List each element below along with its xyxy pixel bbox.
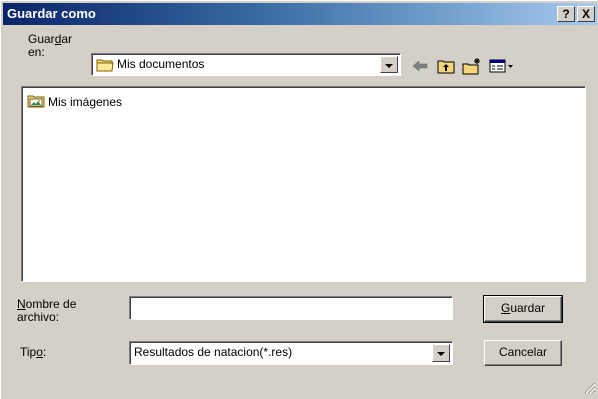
help-button[interactable]: ? [557, 6, 575, 22]
save-in-combobox[interactable]: Mis documentos [91, 53, 401, 76]
title-bar[interactable]: Guardar como ? X [3, 3, 597, 25]
save-in-value: Mis documentos [117, 57, 205, 71]
resize-grip-icon[interactable] [584, 382, 596, 397]
filetype-combobox[interactable]: Resultados de natacion(*.res) [129, 341, 453, 365]
save-button[interactable]: Guardar [483, 295, 563, 323]
folder-icon [96, 57, 114, 75]
close-button[interactable]: X [577, 6, 595, 22]
filetype-label: Tipo: [20, 345, 47, 359]
back-arrow-icon[interactable] [409, 56, 431, 76]
cancel-button[interactable]: Cancelar [484, 340, 562, 366]
filename-label: Nombre de archivo: [17, 297, 77, 324]
view-menu-icon[interactable] [487, 56, 517, 76]
list-item[interactable]: Mis imágenes [27, 94, 122, 110]
new-folder-icon[interactable] [461, 56, 483, 76]
window-title: Guardar como [7, 6, 96, 21]
save-as-dialog: Guardar como ? X Guardar en: Mis documen… [0, 0, 598, 399]
file-list[interactable]: Mis imágenes [21, 86, 586, 282]
filename-input[interactable] [129, 296, 453, 320]
save-in-label: Guardar en: [28, 32, 73, 59]
filetype-dropdown-button[interactable] [432, 344, 450, 362]
save-in-dropdown-button[interactable] [380, 56, 398, 73]
pictures-folder-icon [27, 93, 45, 111]
up-folder-icon[interactable] [435, 56, 457, 76]
list-item-label: Mis imágenes [48, 95, 123, 109]
filetype-value: Resultados de natacion(*.res) [134, 345, 293, 359]
